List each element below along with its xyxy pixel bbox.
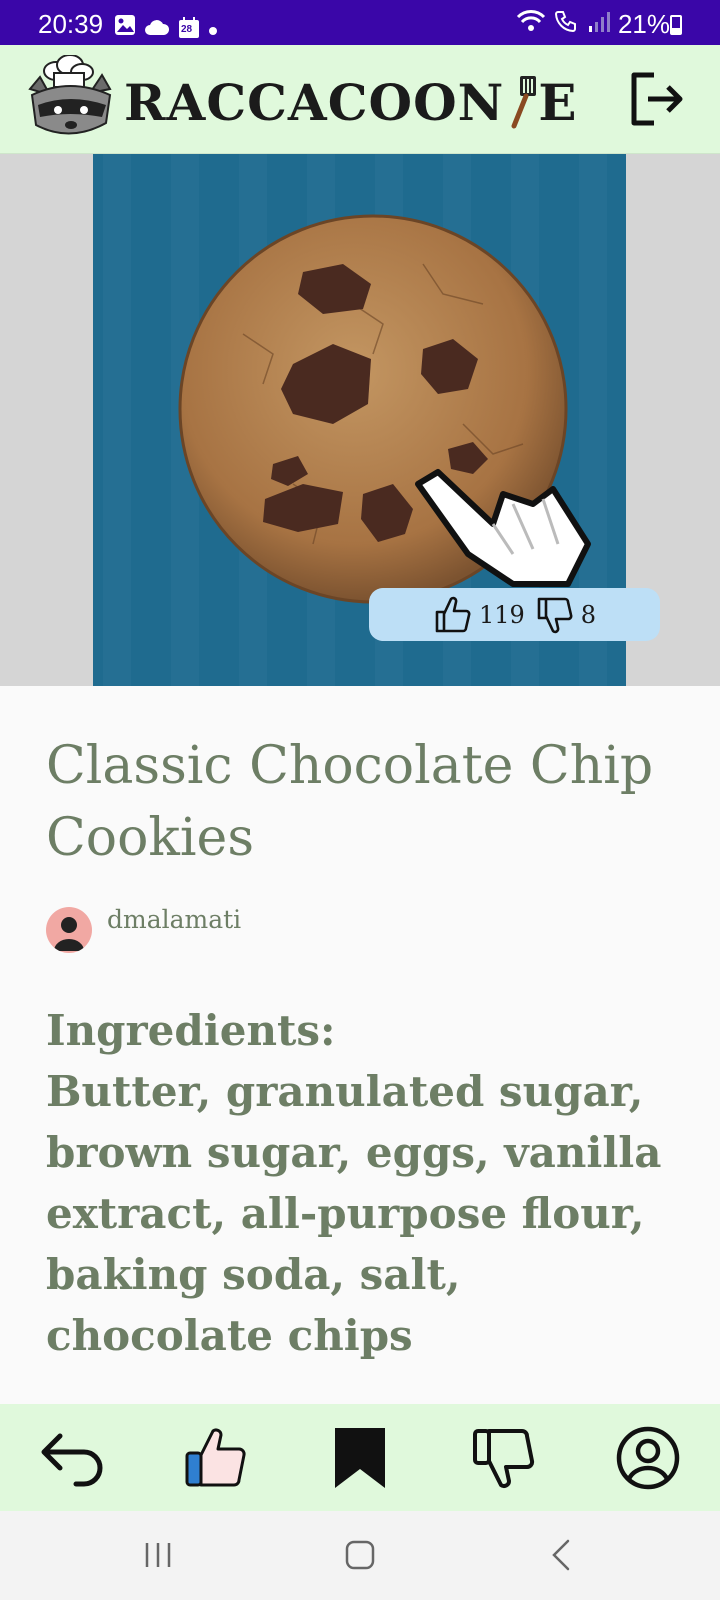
signal-icon bbox=[588, 9, 610, 40]
dot-icon bbox=[208, 12, 218, 43]
app-title-part1: RACCACOON bbox=[124, 73, 505, 132]
like-button[interactable] bbox=[180, 1422, 252, 1494]
battery-icon bbox=[670, 15, 682, 35]
thumbs-down-icon bbox=[537, 597, 573, 633]
recipe-content: Classic Chocolate Chip Cookies dmalamati… bbox=[46, 730, 686, 1360]
like-count: 119 bbox=[478, 600, 525, 629]
dislike-button[interactable] bbox=[468, 1422, 540, 1494]
like-icon bbox=[185, 1428, 246, 1486]
wifi-icon bbox=[516, 9, 546, 40]
bookmark-icon bbox=[335, 1427, 385, 1488]
back-button[interactable] bbox=[36, 1422, 108, 1494]
avatar bbox=[46, 907, 92, 953]
dislike-icon bbox=[473, 1428, 535, 1488]
person-icon bbox=[54, 917, 84, 951]
ingredients-label: Ingredients: bbox=[46, 1006, 336, 1055]
raccoon-chef-logo bbox=[26, 54, 114, 143]
status-time: 20:39 bbox=[38, 9, 104, 39]
bookmark-button[interactable] bbox=[324, 1422, 396, 1494]
wifi-calling-icon bbox=[554, 9, 580, 40]
status-bar: 20:39 28 21% bbox=[0, 0, 720, 45]
dislike-count: 8 bbox=[580, 600, 597, 629]
cloud-icon bbox=[144, 12, 170, 43]
system-status-icons: 21% bbox=[516, 9, 670, 40]
recipe-title: Classic Chocolate Chip Cookies bbox=[46, 736, 654, 868]
app-title: RACCACOON E bbox=[124, 73, 577, 132]
ingredients-section: Ingredients: Butter, granulated sugar, b… bbox=[46, 1000, 686, 1366]
system-nav-bar bbox=[0, 1511, 720, 1600]
spatula-icon bbox=[504, 74, 538, 130]
bottom-nav bbox=[0, 1404, 720, 1511]
recent-apps-button[interactable] bbox=[140, 1537, 176, 1573]
notification-icons: 28 bbox=[114, 12, 218, 43]
ingredients-list: Butter, granulated sugar, brown sugar, e… bbox=[46, 1067, 662, 1360]
app-header: RACCACOON E bbox=[0, 45, 720, 154]
profile-icon bbox=[616, 1426, 680, 1489]
home-icon bbox=[345, 1540, 375, 1570]
calendar-day: 28 bbox=[181, 23, 193, 35]
back-icon bbox=[41, 1433, 103, 1486]
profile-button[interactable] bbox=[612, 1422, 684, 1494]
image-icon bbox=[114, 12, 136, 43]
back-icon bbox=[552, 1539, 570, 1571]
app-title-part2: E bbox=[538, 73, 578, 132]
home-button[interactable] bbox=[342, 1537, 378, 1573]
thumbs-up-icon bbox=[435, 596, 471, 632]
battery-percent: 21% bbox=[617, 9, 670, 39]
recipe-hero: 119 8 bbox=[0, 154, 720, 686]
vote-summary[interactable]: 119 8 bbox=[369, 588, 660, 641]
logout-button[interactable] bbox=[628, 69, 688, 129]
system-back-button[interactable] bbox=[544, 1537, 580, 1573]
author-name: dmalamati bbox=[107, 904, 242, 934]
author-row[interactable]: dmalamati bbox=[46, 904, 242, 953]
logout-icon bbox=[631, 72, 683, 126]
calendar-icon: 28 bbox=[178, 16, 200, 39]
recent-apps-icon bbox=[145, 1543, 171, 1567]
